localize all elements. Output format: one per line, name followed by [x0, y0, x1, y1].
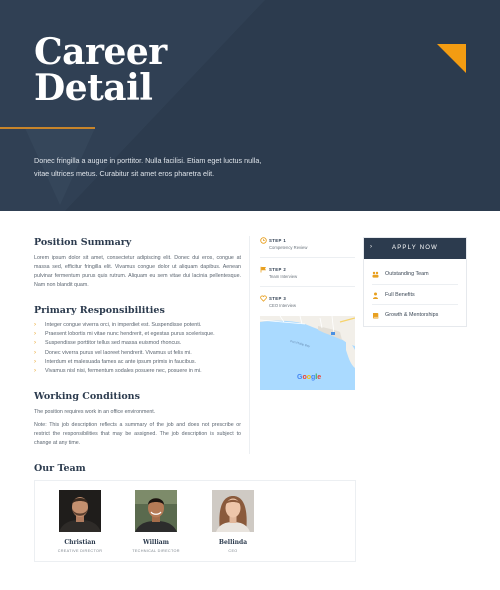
list-item: › Integer congue viverra orci, in imperdi… [34, 321, 244, 330]
heart-icon [260, 295, 267, 302]
step-description: CEO Interview [269, 303, 296, 308]
chevron-right-icon: › [34, 340, 36, 347]
step-label: STEP 3 [269, 296, 287, 301]
team-member-name: Bellinda [218, 539, 248, 546]
list-item: › Suspendisse porttitor tellus sed massa … [34, 339, 244, 348]
person-icon [373, 292, 378, 299]
avatar [59, 490, 101, 532]
clock-icon [260, 237, 267, 244]
team-member-role: CEO [228, 549, 238, 553]
list-item: › Vivamus nisl nisi, fermentum sodales po… [34, 367, 244, 376]
column-divider [249, 236, 250, 454]
perk-label: Growth & Mentorships [385, 312, 439, 318]
list-item-text: Interdum et malesuada fames ac ante ipsu… [45, 358, 197, 365]
book-icon [373, 313, 379, 319]
google-logo: Google [297, 374, 321, 381]
avatar [135, 490, 177, 532]
team-grid: Christian CREATIVE DIRECTOR William TECH… [34, 480, 356, 562]
perk-item: Outstanding Team [372, 268, 460, 283]
position-summary-heading: Position Summary [34, 237, 132, 248]
chevron-right-icon: › [34, 358, 36, 365]
team-member-photo [135, 490, 177, 532]
list-item-text: Integer congue viverra orci, in imperdie… [45, 322, 202, 328]
list-item-text: Vivamus nisl nisi, fermentum sodales pos… [45, 368, 202, 375]
team-member-name: Christian [64, 539, 96, 546]
list-item-text: Praesent lobortis mi vitae nunc hendreri… [45, 331, 215, 338]
chevron-right-icon: › [34, 349, 36, 356]
our-team-heading: Our Team [34, 463, 86, 474]
corner-triangle-icon [437, 44, 466, 73]
responsibilities-list: › Integer congue viverra orci, in imperdi… [34, 321, 244, 376]
google-logo-letter: e [317, 374, 322, 381]
perk-label: Outstanding Team [385, 271, 429, 277]
perk-label: Full Benefits [385, 292, 415, 298]
list-item-text: Suspendisse porttitor tellus sed massa e… [45, 340, 182, 347]
perk-item: Full Benefits [372, 289, 460, 304]
page-title-line2: Detail [34, 67, 153, 109]
page-title: Career Detail [34, 34, 167, 106]
job-description-note: Note: This job description reflects a su… [34, 422, 241, 446]
team-icon [372, 271, 379, 278]
working-conditions-text: The position requires work in an office … [34, 409, 156, 415]
apply-now-label: APPLY NOW [392, 245, 438, 251]
perk-divider [372, 304, 458, 305]
chevron-right-icon: › [34, 322, 36, 328]
step-divider [260, 257, 355, 258]
step-description: Competency Review [269, 245, 308, 250]
step-divider [260, 286, 355, 287]
perk-item: Growth & Mentorships [372, 309, 460, 324]
flag-icon [260, 266, 266, 273]
chevron-right-icon: › [34, 331, 36, 338]
hero-description: Donec fringilla a augue in porttitor. Nu… [34, 156, 262, 178]
team-member-photo [59, 490, 101, 532]
page-title-line1: Career [34, 31, 167, 73]
avatar [212, 490, 254, 532]
team-member-photo [212, 490, 254, 532]
team-member-role: CREATIVE DIRECTOR [57, 549, 103, 553]
team-member-name: William [143, 539, 169, 546]
team-member-role: TECHNICAL DIRECTOR [132, 549, 180, 553]
step-description: Team Interview [269, 274, 298, 279]
apply-now-button[interactable]: › APPLY NOW [364, 238, 466, 259]
hero-divider [0, 127, 95, 129]
list-item: › Donec viverra purus vel laoreet hendrer… [34, 349, 244, 358]
hero-banner: Career Detail Donec fringilla a augue in… [0, 0, 500, 211]
responsibilities-heading: Primary Responsibilities [34, 305, 165, 316]
perk-divider [372, 284, 458, 285]
step-label: STEP 1 [269, 238, 287, 243]
chevron-right-icon: › [34, 368, 36, 375]
location-map[interactable]: Port Phillip Bay Google [260, 316, 355, 390]
apply-card: › APPLY NOW Outstanding Team Full Benefi… [363, 237, 467, 327]
list-item: › Interdum et malesuada fames ac ante ips… [34, 358, 244, 367]
list-item: › Praesent lobortis mi vitae nunc hendrer… [34, 330, 244, 339]
working-conditions-heading: Working Conditions [34, 391, 140, 402]
list-item-text: Donec viverra purus vel laoreet hendreri… [45, 349, 192, 356]
position-summary-text: Lorem ipsum dolor sit amet, consectetur … [34, 255, 241, 288]
step-label: STEP 2 [269, 267, 287, 272]
